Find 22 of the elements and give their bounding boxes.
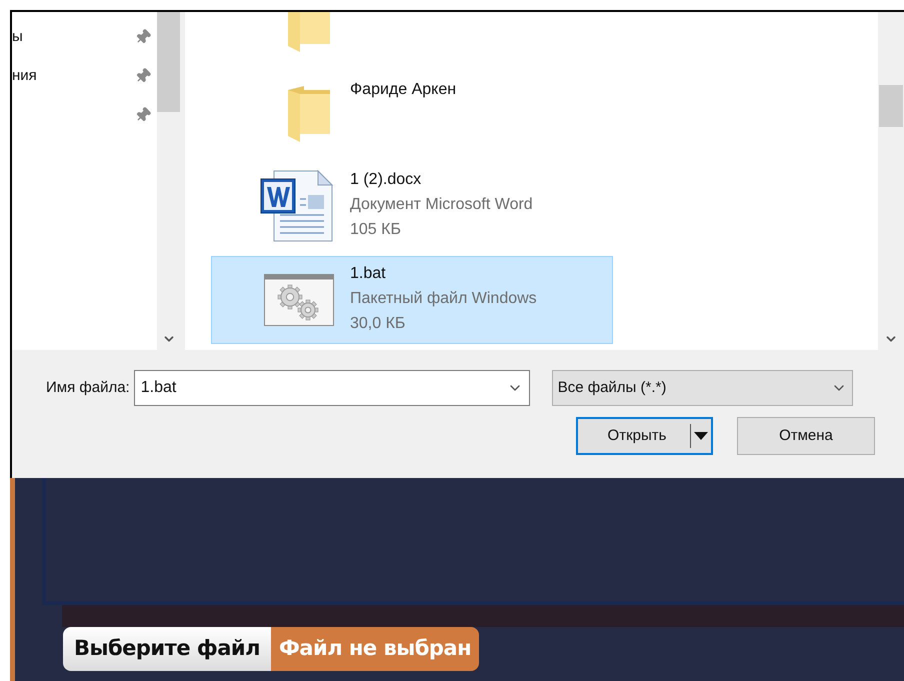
file-status: Файл не выбран [270, 627, 480, 671]
file-type-dropdown[interactable]: Все файлы (*.*) [552, 370, 853, 406]
word-document-icon [260, 169, 334, 243]
choose-file-button[interactable]: Выберите файл [63, 627, 271, 671]
file-size: 30,0 КБ [350, 314, 406, 334]
nav-item-label[interactable]: ния [12, 64, 37, 88]
nav-item-label[interactable]: ы [12, 26, 23, 48]
file-type: Пакетный файл Windows [350, 289, 537, 309]
file-name-label: Имя файла: [46, 378, 130, 398]
file-name: 1 (2).docx [350, 170, 422, 190]
file-name: Фариде Аркен [350, 80, 456, 100]
file-item[interactable]: 1.bat Пакетный файл Windows 30,0 КБ [211, 256, 613, 344]
file-name: 1.bat [350, 264, 387, 284]
gears-window-icon [264, 274, 334, 326]
file-type: Документ Microsoft Word [350, 195, 533, 215]
dropdown-arrow-icon[interactable] [691, 430, 711, 442]
file-name-field[interactable]: 1.bat [134, 370, 530, 406]
open-button[interactable]: Открыть [576, 417, 713, 455]
cancel-button[interactable]: Отмена [737, 417, 875, 455]
scrollbar-thumb[interactable] [879, 85, 903, 127]
file-size: 105 КБ [350, 220, 402, 240]
scrollbar-thumb[interactable] [157, 12, 180, 112]
